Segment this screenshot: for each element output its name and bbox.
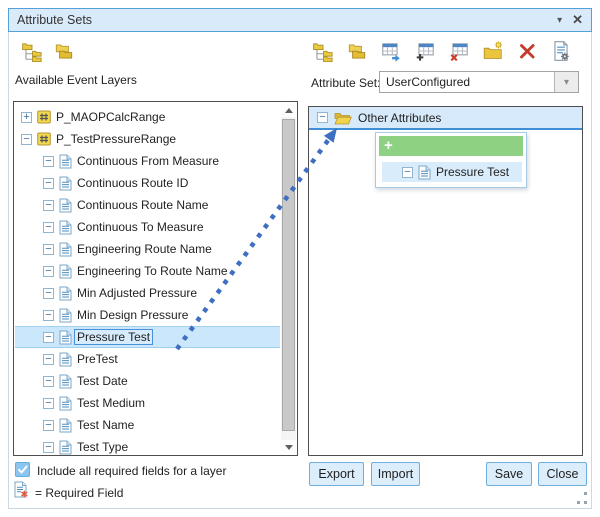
available-layers-tree: +P_MAOPCalcRange −P_TestPressureRange −C… — [13, 101, 298, 456]
field-doc-icon — [59, 352, 72, 367]
collapse-icon[interactable]: − — [43, 442, 54, 453]
configure-report-icon[interactable] — [550, 40, 572, 62]
field-doc-icon — [59, 418, 72, 433]
required-field-icon — [14, 481, 28, 498]
open-folder-icon — [334, 111, 352, 125]
vertical-scrollbar[interactable] — [281, 103, 296, 454]
attribute-sets-dialog: Attribute Sets ▾ ✕ Available Event Layer… — [8, 8, 592, 509]
other-attributes-label: Other Attributes — [358, 111, 441, 125]
checkmark-icon — [16, 463, 29, 476]
collapse-icon[interactable]: − — [43, 398, 54, 409]
collapse-icon[interactable]: − — [43, 354, 54, 365]
collapse-icon[interactable]: − — [317, 112, 328, 123]
open-folders-icon[interactable] — [346, 40, 368, 62]
tree-item-field[interactable]: −Engineering Route Name — [15, 238, 280, 260]
export-button[interactable]: Export — [309, 462, 364, 486]
field-doc-icon — [59, 220, 72, 235]
delete-icon[interactable] — [516, 40, 538, 62]
field-doc-icon — [59, 176, 72, 191]
scrollbar-thumb[interactable] — [282, 119, 295, 431]
event-layer-icon — [37, 132, 51, 146]
collapse-icon[interactable]: − — [43, 420, 54, 431]
event-layer-icon — [37, 110, 51, 124]
collapse-icon[interactable]: − — [43, 310, 54, 321]
dropdown-arrow-icon[interactable]: ▾ — [554, 72, 578, 92]
close-dialog-icon[interactable]: ✕ — [572, 12, 583, 28]
collapse-icon[interactable]: − — [43, 222, 54, 233]
collapse-icon: − — [402, 167, 413, 178]
collapse-dialog-icon[interactable]: ▾ — [557, 15, 562, 26]
collapse-icon[interactable]: − — [43, 288, 54, 299]
required-field-label: = Required Field — [35, 486, 123, 500]
attribute-set-value: UserConfigured — [380, 75, 554, 89]
tree-item-field[interactable]: −Test Date — [15, 370, 280, 392]
drop-indicator: + — [379, 136, 523, 156]
tree-item-field[interactable]: −Continuous Route Name — [15, 194, 280, 216]
save-button[interactable]: Save — [486, 462, 532, 486]
plus-icon: + — [384, 137, 393, 154]
collapse-icon[interactable]: − — [43, 200, 54, 211]
tree-item-field[interactable]: −Engineering To Route Name — [15, 260, 280, 282]
close-button[interactable]: Close — [538, 462, 587, 486]
field-doc-icon — [59, 396, 72, 411]
tree-item-field[interactable]: −Test Medium — [15, 392, 280, 414]
tree-item-field[interactable]: −Continuous To Measure — [15, 216, 280, 238]
collapse-icon[interactable]: − — [43, 156, 54, 167]
tree-item-field[interactable]: −PreTest — [15, 348, 280, 370]
tree-item-field[interactable]: −Min Design Pressure — [15, 304, 280, 326]
field-doc-icon — [59, 286, 72, 301]
attribute-set-dropdown[interactable]: UserConfigured ▾ — [379, 71, 579, 93]
attribute-set-label: Attribute Set: — [311, 76, 380, 90]
new-folder-icon[interactable] — [482, 40, 504, 62]
tree-item-layer[interactable]: −P_TestPressureRange — [15, 128, 280, 150]
collapse-icon[interactable]: − — [43, 178, 54, 189]
collapse-icon[interactable]: − — [43, 266, 54, 277]
attribute-set-tree-icon[interactable] — [312, 40, 334, 62]
new-attribute-set-tree-icon[interactable] — [21, 40, 43, 62]
available-event-layers-label: Available Event Layers — [15, 73, 137, 87]
attribute-set-tree-panel: − Other Attributes + − Pressure Test — [308, 106, 583, 456]
drag-item-label: Pressure Test — [436, 165, 509, 179]
scroll-down-icon[interactable] — [281, 440, 296, 454]
collapse-icon[interactable]: − — [43, 244, 54, 255]
field-doc-icon — [418, 165, 431, 180]
dialog-title: Attribute Sets — [17, 13, 92, 27]
field-doc-icon — [59, 440, 72, 455]
scroll-up-icon[interactable] — [281, 103, 296, 117]
include-required-label: Include all required fields for a layer — [37, 464, 226, 478]
remove-table-icon[interactable] — [448, 40, 470, 62]
resize-grip[interactable] — [574, 492, 587, 504]
drag-ghost: + − Pressure Test — [375, 132, 527, 188]
include-required-checkbox[interactable] — [15, 462, 30, 477]
collapse-icon[interactable]: − — [43, 332, 54, 343]
tree-item-field[interactable]: −Min Adjusted Pressure — [15, 282, 280, 304]
import-button[interactable]: Import — [371, 462, 420, 486]
field-doc-icon — [59, 374, 72, 389]
field-doc-icon — [59, 198, 72, 213]
field-doc-icon — [59, 154, 72, 169]
field-doc-icon — [59, 330, 72, 345]
expand-icon[interactable]: + — [21, 112, 32, 123]
tree-item-field[interactable]: −Continuous Route ID — [15, 172, 280, 194]
tree-item-field-selected[interactable]: −Pressure Test — [15, 326, 280, 348]
field-doc-icon — [59, 242, 72, 257]
field-doc-icon — [59, 308, 72, 323]
collapse-icon[interactable]: − — [21, 134, 32, 145]
tree-item-layer[interactable]: +P_MAOPCalcRange — [15, 106, 280, 128]
other-attributes-row[interactable]: − Other Attributes — [309, 107, 582, 130]
collapse-icon[interactable]: − — [43, 376, 54, 387]
tree-item-field[interactable]: −Continuous From Measure — [15, 150, 280, 172]
tree-item-field[interactable]: −Test Type — [15, 436, 280, 456]
screenshot-root: Attribute Sets ▾ ✕ Available Event Layer… — [0, 0, 600, 517]
add-table-icon[interactable] — [414, 40, 436, 62]
export-table-icon[interactable] — [380, 40, 402, 62]
tree-item-field[interactable]: −Test Name — [15, 414, 280, 436]
open-attribute-sets-icon[interactable] — [53, 40, 75, 62]
dialog-titlebar[interactable]: Attribute Sets ▾ ✕ — [8, 8, 592, 32]
field-doc-icon — [59, 264, 72, 279]
drag-ghost-item: − Pressure Test — [382, 162, 522, 182]
